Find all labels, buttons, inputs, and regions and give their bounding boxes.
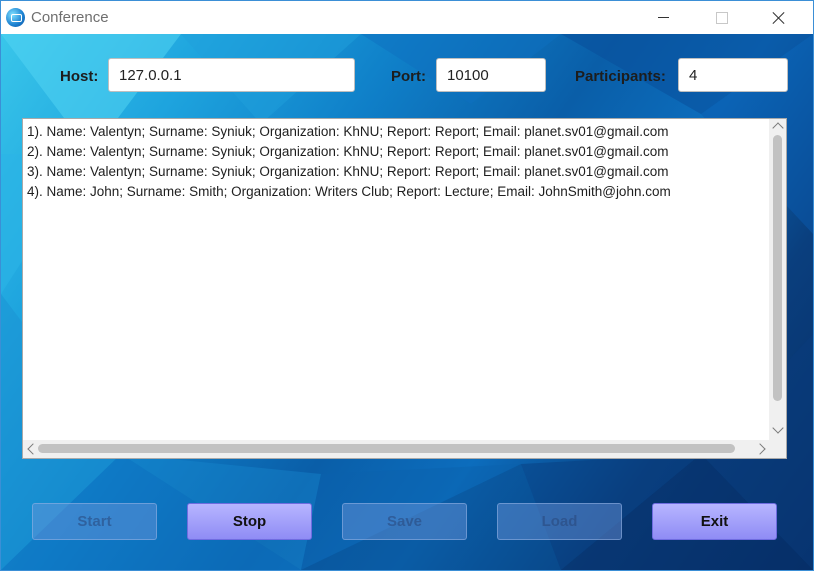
list-item[interactable]: 3). Name: Valentyn; Surname: Syniuk; Org… [23,162,769,182]
port-input[interactable] [436,58,546,92]
app-icon [6,8,25,27]
main-panel: Host: Port: Participants: 1). Name: Vale… [1,34,813,570]
scroll-up-icon[interactable] [772,122,784,134]
exit-button[interactable]: Exit [652,503,777,540]
list-item[interactable]: 2). Name: Valentyn; Surname: Syniuk; Org… [23,142,769,162]
vertical-scrollbar[interactable] [769,119,786,440]
vertical-scroll-thumb[interactable] [773,135,782,401]
maximize-icon [698,1,744,34]
horizontal-scroll-thumb[interactable] [38,444,735,453]
title-bar[interactable]: Conference [1,1,813,34]
participants-list[interactable]: 1). Name: Valentyn; Surname: Syniuk; Org… [22,118,787,459]
list-content: 1). Name: Valentyn; Surname: Syniuk; Org… [23,119,769,439]
load-button: Load [497,503,622,540]
host-input[interactable] [108,58,355,92]
scroll-right-icon[interactable] [754,443,766,455]
list-item[interactable]: 4). Name: John; Surname: Smith; Organiza… [23,182,769,202]
participants-input[interactable] [678,58,788,92]
host-label: Host: [60,68,99,85]
start-button: Start [32,503,157,540]
save-button: Save [342,503,467,540]
scroll-left-icon[interactable] [27,443,39,455]
app-window: Conference Host: Port: Participants: [0,0,814,571]
port-label: Port: [391,68,426,85]
list-item[interactable]: 1). Name: Valentyn; Surname: Syniuk; Org… [23,122,769,142]
scrollbar-corner [769,440,786,458]
stop-button[interactable]: Stop [187,503,312,540]
minimize-icon[interactable] [640,1,686,34]
horizontal-scrollbar[interactable] [23,440,769,458]
close-icon[interactable] [756,1,802,34]
window-title: Conference [31,9,109,26]
scroll-down-icon[interactable] [772,422,784,434]
participants-label: Participants: [575,68,666,85]
